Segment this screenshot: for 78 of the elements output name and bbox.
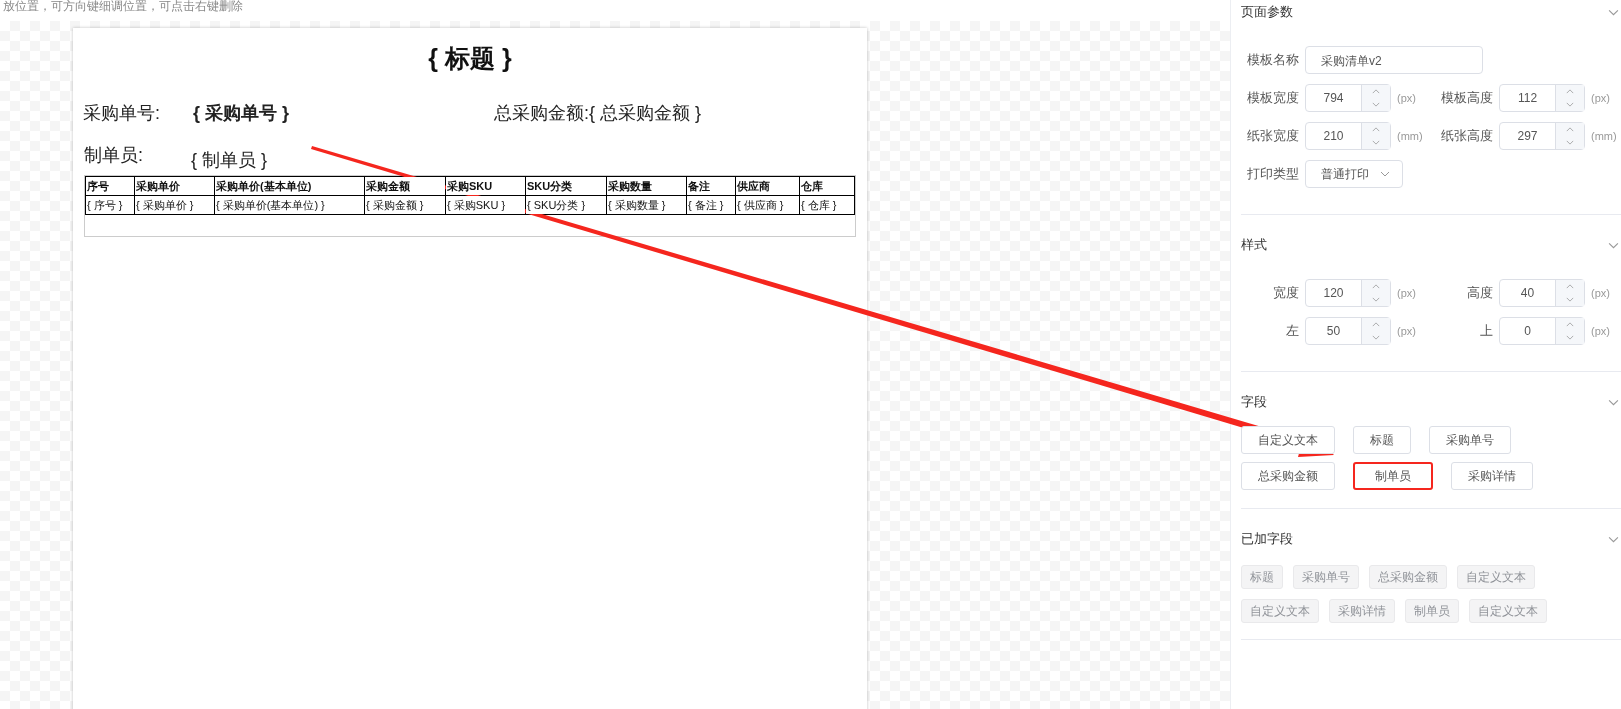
number-input[interactable]: 794 bbox=[1305, 84, 1391, 112]
table-block[interactable]: 序号 采购单价 采购单价(基本单位) 采购金额 采购SKU SKU分类 采购数量 备注 供应商 仓库 { 序号 } { 采购单价 } { 采购单价(基本单位) } { 采购金额 } { 采购SKU } { SKU分类 } { 采购数量 } { 备注 } { 供应商 } { 仓库 } bbox=[84, 175, 856, 237]
hint-text: 放位置，可方向键细调位置，可点击右键删除 bbox=[2, 0, 244, 15]
increment-icon[interactable] bbox=[1372, 284, 1380, 289]
field-button[interactable]: 标题 bbox=[1353, 426, 1411, 454]
column-header: 供应商 bbox=[735, 176, 800, 196]
column-header: 采购单价(基本单位) bbox=[214, 176, 365, 196]
form-label: 纸张高度 bbox=[1440, 127, 1493, 145]
section-title: 样式 bbox=[1241, 236, 1267, 254]
column-header: 采购金额 bbox=[364, 176, 446, 196]
column-header: 采购单价 bbox=[134, 176, 215, 196]
form-label: 高度 bbox=[1466, 284, 1493, 302]
column-header: SKU分类 bbox=[525, 176, 607, 196]
form-label: 模板宽度 bbox=[1246, 89, 1299, 107]
decrement-icon[interactable] bbox=[1566, 335, 1574, 340]
print-type-select[interactable]: 普通打印 bbox=[1305, 160, 1403, 188]
decrement-icon[interactable] bbox=[1566, 140, 1574, 145]
number-input[interactable]: 112 bbox=[1499, 84, 1585, 112]
field-button[interactable]: 制单员 bbox=[1353, 462, 1433, 490]
field-label: 总采购金额: bbox=[494, 102, 589, 125]
increment-icon[interactable] bbox=[1566, 284, 1574, 289]
unit-label: (px) bbox=[1397, 92, 1417, 104]
form-label: 宽度 bbox=[1272, 284, 1299, 302]
unit-label: (mm) bbox=[1397, 130, 1424, 142]
unit-label: (px) bbox=[1397, 287, 1417, 299]
decrement-icon[interactable] bbox=[1372, 297, 1380, 302]
field-button[interactable]: 采购详情 bbox=[1451, 462, 1533, 490]
number-input[interactable]: 120 bbox=[1305, 279, 1391, 307]
number-input[interactable]: 50 bbox=[1305, 317, 1391, 345]
column-header: 备注 bbox=[686, 176, 736, 196]
name-input[interactable]: 采购清单v2 bbox=[1305, 46, 1483, 74]
section-title: 页面参数 bbox=[1241, 3, 1293, 21]
decrement-icon[interactable] bbox=[1372, 140, 1380, 145]
number-input[interactable]: 40 bbox=[1499, 279, 1585, 307]
column-header: 采购SKU bbox=[445, 176, 526, 196]
number-input[interactable]: 297 bbox=[1499, 122, 1585, 150]
form-label: 模板名称 bbox=[1246, 51, 1299, 69]
increment-icon[interactable] bbox=[1372, 127, 1380, 132]
field-value: { 制单员 } bbox=[191, 149, 268, 172]
field-button[interactable]: 采购单号 bbox=[1429, 426, 1511, 454]
decrement-icon[interactable] bbox=[1372, 102, 1380, 107]
column-header: 采购数量 bbox=[606, 176, 687, 196]
increment-icon[interactable] bbox=[1566, 127, 1574, 132]
field-label: 制单员: bbox=[84, 144, 144, 167]
form-label: 模板高度 bbox=[1440, 89, 1493, 107]
unit-label: (mm) bbox=[1591, 130, 1618, 142]
unit-label: (px) bbox=[1397, 325, 1417, 337]
field-value: { 总采购金额 } bbox=[589, 102, 702, 125]
form-label: 上 bbox=[1479, 322, 1493, 340]
dropdown-chevron-icon[interactable] bbox=[1380, 171, 1390, 177]
decrement-icon[interactable] bbox=[1372, 335, 1380, 340]
column-header: 序号 bbox=[85, 176, 135, 196]
collapse-chevron-icon[interactable] bbox=[1608, 241, 1619, 249]
form-label: 纸张宽度 bbox=[1246, 127, 1299, 145]
number-input[interactable]: 0 bbox=[1499, 317, 1585, 345]
decrement-icon[interactable] bbox=[1566, 102, 1574, 107]
number-input[interactable]: 210 bbox=[1305, 122, 1391, 150]
field-value: { 采购单号 } bbox=[193, 102, 289, 125]
form-label: 打印类型 bbox=[1246, 165, 1299, 183]
collapse-chevron-icon[interactable] bbox=[1608, 535, 1619, 543]
increment-icon[interactable] bbox=[1566, 89, 1574, 94]
title-field[interactable]: { 标题 } bbox=[270, 42, 670, 82]
decrement-icon[interactable] bbox=[1566, 297, 1574, 302]
field-button[interactable]: 总采购金额 bbox=[1241, 462, 1335, 490]
collapse-chevron-icon[interactable] bbox=[1608, 8, 1619, 16]
increment-icon[interactable] bbox=[1372, 89, 1380, 94]
section-title: 字段 bbox=[1241, 393, 1267, 411]
section-title: 已加字段 bbox=[1241, 530, 1293, 548]
unit-label: (px) bbox=[1591, 287, 1611, 299]
increment-icon[interactable] bbox=[1566, 322, 1574, 327]
unit-label: (px) bbox=[1591, 92, 1611, 104]
form-label: 左 bbox=[1285, 322, 1299, 340]
increment-icon[interactable] bbox=[1372, 322, 1380, 327]
field-label: 采购单号: bbox=[83, 102, 161, 125]
unit-label: (px) bbox=[1591, 325, 1611, 337]
column-header: 仓库 bbox=[799, 176, 855, 196]
field-button[interactable]: 自定义文本 bbox=[1241, 426, 1335, 454]
collapse-chevron-icon[interactable] bbox=[1608, 398, 1619, 406]
